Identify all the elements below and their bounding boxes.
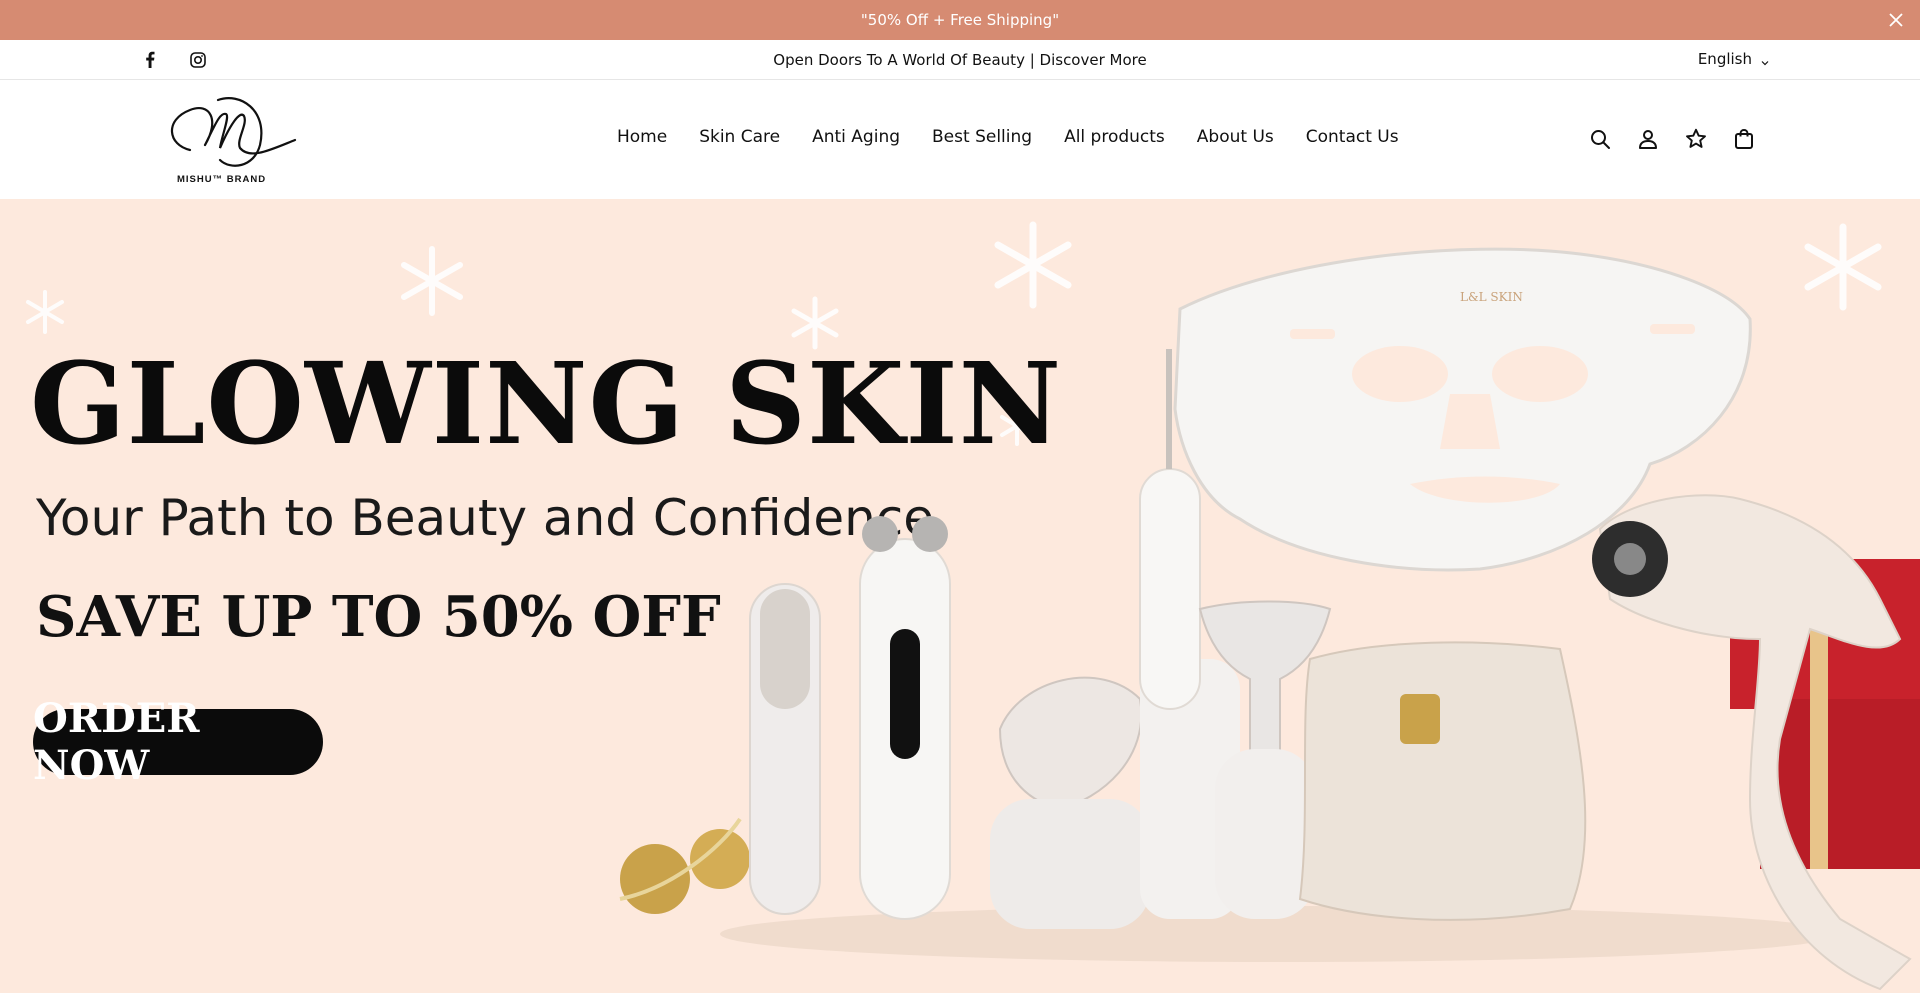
nav-best-selling[interactable]: Best Selling bbox=[932, 127, 1032, 147]
header-actions bbox=[1588, 127, 1756, 151]
snowflake-decoration bbox=[401, 246, 463, 316]
top-bar: Open Doors To A World Of Beauty | Discov… bbox=[0, 40, 1920, 80]
nav-skin-care[interactable]: Skin Care bbox=[699, 127, 780, 147]
hero-banner: GLOWING SKIN Your Path to Beauty and Con… bbox=[0, 199, 1920, 993]
mask-brand-text: L&L SKIN bbox=[1460, 290, 1523, 304]
language-selector[interactable]: English bbox=[1698, 50, 1770, 68]
nav-about-us[interactable]: About Us bbox=[1197, 127, 1274, 147]
topbar-message[interactable]: Open Doors To A World Of Beauty | Discov… bbox=[0, 51, 1920, 69]
hero-product-image: L&L SKIN bbox=[619, 247, 1920, 991]
main-nav: Home Skin Care Anti Aging Best Selling A… bbox=[617, 127, 1399, 147]
logo-text: MISHU™ BRAND bbox=[177, 174, 266, 185]
search-icon[interactable] bbox=[1588, 127, 1612, 151]
nav-all-products[interactable]: All products bbox=[1064, 127, 1165, 147]
nav-contact-us[interactable]: Contact Us bbox=[1306, 127, 1399, 147]
announcement-bar: "50% Off + Free Shipping" bbox=[0, 0, 1920, 40]
nav-anti-aging[interactable]: Anti Aging bbox=[812, 127, 900, 147]
close-icon[interactable] bbox=[1886, 10, 1906, 30]
order-now-button[interactable]: ORDER NOW bbox=[33, 695, 323, 789]
snowflake-decoration bbox=[26, 290, 64, 334]
cart-bag-icon[interactable] bbox=[1732, 127, 1756, 151]
account-icon[interactable] bbox=[1636, 127, 1660, 151]
wishlist-star-icon[interactable] bbox=[1684, 127, 1708, 151]
site-header: MISHU™ BRAND Home Skin Care Anti Aging B… bbox=[0, 80, 1920, 199]
nav-home[interactable]: Home bbox=[617, 127, 667, 147]
chevron-down-icon bbox=[1760, 54, 1770, 66]
announcement-text: "50% Off + Free Shipping" bbox=[860, 11, 1060, 29]
language-label: English bbox=[1697, 50, 1752, 68]
brand-logo[interactable]: MISHU™ BRAND bbox=[160, 90, 300, 190]
